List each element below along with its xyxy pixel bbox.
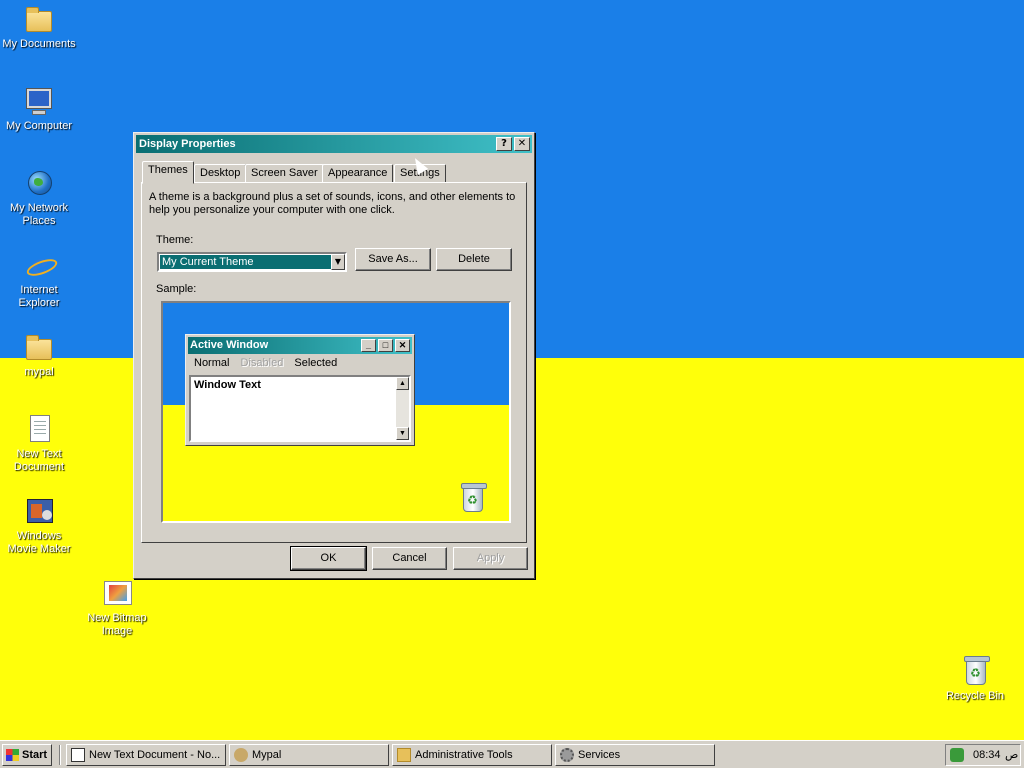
desktop-icon-my-documents[interactable]: My Documents [0, 4, 78, 51]
sample-window-title: Active Window [190, 339, 269, 351]
desktop-icon-label: My Network Places [9, 202, 69, 227]
clock-ampm: ص [1005, 749, 1019, 761]
scroll-down-icon: ▼ [396, 427, 409, 440]
taskbar-item-administrative-tools[interactable]: Administrative Tools [392, 744, 552, 766]
desktop-icon-recycle-bin[interactable]: Recycle Bin [936, 656, 1014, 703]
taskbar-item-notepad[interactable]: New Text Document - No... [66, 744, 226, 766]
ok-button[interactable]: OK [290, 546, 367, 571]
bitmap-image-icon [101, 578, 133, 610]
tab-screen-saver[interactable]: Screen Saver [245, 164, 324, 183]
movie-maker-icon [23, 496, 55, 528]
apply-button[interactable]: Apply [453, 547, 528, 570]
taskbar-item-label: New Text Document - No... [89, 749, 221, 761]
cancel-button[interactable]: Cancel [372, 547, 447, 570]
desktop-icon-label: mypal [24, 366, 54, 378]
delete-button[interactable]: Delete [436, 248, 512, 271]
internet-explorer-icon: e [23, 250, 55, 282]
minimize-icon: _ [361, 339, 376, 352]
tab-desktop[interactable]: Desktop [194, 164, 247, 183]
desktop-icon-label: Internet Explorer [18, 284, 60, 309]
start-button[interactable]: Start [2, 744, 52, 766]
dialog-titlebar[interactable]: Display Properties ? ✕ [136, 135, 532, 153]
desktop-icon-label: New Text Document [13, 448, 65, 473]
folder-icon [397, 748, 411, 762]
sample-menu-disabled: Disabled [240, 357, 284, 369]
sample-window-text-area: Window Text ▲ ▼ [189, 375, 411, 442]
services-icon [560, 748, 574, 762]
mypal-icon [234, 748, 248, 762]
tab-themes[interactable]: Themes [142, 161, 194, 184]
my-computer-icon [23, 86, 55, 118]
scroll-up-icon: ▲ [396, 377, 409, 390]
sample-label: Sample: [156, 283, 197, 295]
my-documents-icon [23, 4, 55, 36]
desktop-icon-new-text-document[interactable]: New Text Document [0, 414, 78, 474]
sample-menu: Normal Disabled Selected [194, 357, 345, 369]
sample-window-titlebar: Active Window _ □ ✕ [188, 337, 412, 354]
theme-select-value: My Current Theme [160, 255, 333, 269]
text-document-icon [23, 414, 55, 446]
sample-menu-normal: Normal [194, 357, 230, 369]
taskbar-item-services[interactable]: Services [555, 744, 715, 766]
sample-menu-selected: Selected [294, 357, 338, 369]
taskbar-item-mypal[interactable]: Mypal [229, 744, 389, 766]
recycle-bin-icon [959, 656, 991, 688]
desktop-icon-my-computer[interactable]: My Computer [0, 86, 78, 133]
chevron-down-icon[interactable]: ▼ [331, 254, 345, 270]
clock[interactable]: 08:34 [973, 745, 1001, 765]
desktop-icon-label: Windows Movie Maker [7, 530, 71, 555]
theme-description: A theme is a background plus a set of so… [149, 191, 516, 216]
system-tray: 08:34 ص [945, 744, 1021, 766]
network-places-icon [23, 168, 55, 200]
desktop-icon-network-places[interactable]: My Network Places [0, 168, 78, 228]
save-as-button[interactable]: Save As... [355, 248, 431, 271]
windows-logo-icon [6, 749, 19, 761]
taskbar: Start New Text Document - No... Mypal Ad… [0, 740, 1024, 768]
desktop-icon-movie-maker[interactable]: Windows Movie Maker [0, 496, 78, 556]
taskbar-item-label: Services [578, 749, 621, 761]
tab-appearance[interactable]: Appearance [322, 164, 394, 183]
desktop-icon-label: My Computer [5, 120, 73, 132]
help-button[interactable]: ? [496, 137, 512, 151]
desktop-icon-new-bitmap[interactable]: New Bitmap Image [78, 578, 156, 638]
taskbar-item-label: Mypal [252, 749, 282, 761]
taskbar-separator [59, 745, 61, 765]
dialog-title: Display Properties [139, 138, 236, 150]
close-icon: ✕ [395, 339, 410, 352]
desktop-icon-label: My Documents [2, 38, 76, 50]
start-label: Start [22, 749, 48, 761]
notepad-icon [71, 748, 85, 762]
security-shield-icon[interactable] [950, 748, 964, 762]
desktop-icon-mypal[interactable]: mypal [0, 332, 78, 379]
sample-scrollbar: ▲ ▼ [396, 377, 409, 440]
display-properties-dialog: Display Properties ? ✕ Themes Desktop Sc… [133, 132, 535, 579]
recycle-bin-icon [461, 483, 487, 512]
theme-label: Theme: [156, 234, 194, 246]
desktop-icon-label: New Bitmap Image [87, 612, 147, 637]
folder-icon [23, 332, 55, 364]
desktop-icon-label: Recycle Bin [945, 690, 1005, 702]
maximize-icon: □ [378, 339, 393, 352]
desktop-icon-internet-explorer[interactable]: e Internet Explorer [0, 250, 78, 310]
taskbar-item-label: Administrative Tools [415, 749, 513, 761]
sample-preview: Active Window _ □ ✕ Normal Disabled Sele… [161, 301, 511, 523]
theme-select[interactable]: My Current Theme ▼ [157, 252, 347, 272]
sample-active-window: Active Window _ □ ✕ Normal Disabled Sele… [185, 334, 415, 446]
sample-window-text: Window Text [194, 379, 261, 391]
close-button[interactable]: ✕ [514, 137, 530, 151]
